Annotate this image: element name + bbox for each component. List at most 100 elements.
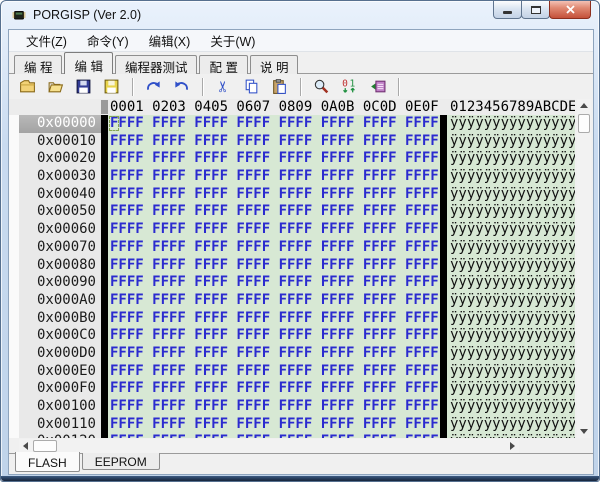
menu-about[interactable]: 关于(W) (202, 29, 263, 52)
row-ascii-values[interactable]: ÿÿÿÿÿÿÿÿÿÿÿÿÿÿÿÿ (447, 150, 575, 168)
row-hex-values[interactable]: FFFF FFFF FFFF FFFF FFFF FFFF FFFF FFFF (108, 257, 440, 275)
row-ascii-values[interactable]: ÿÿÿÿÿÿÿÿÿÿÿÿÿÿÿÿ (447, 380, 575, 398)
row-ascii-values[interactable]: ÿÿÿÿÿÿÿÿÿÿÿÿÿÿÿÿ (447, 133, 575, 151)
horizontal-scrollbar[interactable] (19, 439, 519, 453)
row-address[interactable]: 0x00090 (19, 274, 101, 292)
hex-row[interactable]: 0x000F0 FFFF FFFF FFFF FFFF FFFF FFFF FF… (9, 380, 575, 398)
hex-row[interactable]: 0x00010 FFFF FFFF FFFF FFFF FFFF FFFF FF… (9, 133, 575, 151)
paste-button[interactable] (269, 76, 290, 97)
hex-row[interactable]: 0x000A0 FFFF FFFF FFFF FFFF FFFF FFFF FF… (9, 292, 575, 310)
row-address[interactable]: 0x00070 (19, 239, 101, 257)
save-as-button[interactable] (101, 76, 122, 97)
tab-program[interactable]: 编 程 (14, 55, 62, 74)
scroll-down-icon[interactable] (580, 429, 588, 434)
row-hex-values[interactable]: FFFF FFFF FFFF FFFF FFFF FFFF FFFF FFFF (108, 203, 440, 221)
hex-row[interactable]: 0x000B0 FFFF FFFF FFFF FFFF FFFF FFFF FF… (9, 310, 575, 328)
hex-row[interactable]: 0x00090 FFFF FFFF FFFF FFFF FFFF FFFF FF… (9, 274, 575, 292)
tab-edit[interactable]: 编 辑 (64, 52, 112, 74)
binary-edit-button[interactable]: 01 (339, 76, 360, 97)
menu-command[interactable]: 命令(Y) (79, 29, 137, 52)
row-address[interactable]: 0x00040 (19, 186, 101, 204)
hex-row[interactable]: 0x000E0 FFFF FFFF FFFF FFFF FFFF FFFF FF… (9, 363, 575, 381)
row-ascii-values[interactable]: ÿÿÿÿÿÿÿÿÿÿÿÿÿÿÿÿ (447, 257, 575, 275)
vertical-scroll-thumb[interactable] (578, 114, 590, 133)
tab-eeprom[interactable]: EEPROM (82, 453, 160, 470)
row-ascii-values[interactable]: ÿÿÿÿÿÿÿÿÿÿÿÿÿÿÿÿ (447, 239, 575, 257)
row-address[interactable]: 0x00060 (19, 221, 101, 239)
vertical-scrollbar[interactable] (577, 99, 591, 438)
row-hex-values[interactable]: FFFF FFFF FFFF FFFF FFFF FFFF FFFF FFFF (108, 274, 440, 292)
hex-row[interactable]: 0x00050 FFFF FFFF FFFF FFFF FFFF FFFF FF… (9, 203, 575, 221)
close-button[interactable] (549, 1, 591, 19)
row-ascii-values[interactable]: ÿÿÿÿÿÿÿÿÿÿÿÿÿÿÿÿ (447, 327, 575, 345)
row-hex-values[interactable]: FFFF FFFF FFFF FFFF FFFF FFFF FFFF FFFF (108, 133, 440, 151)
row-hex-values[interactable]: FFFF FFFF FFFF FFFF FFFF FFFF FFFF FFFF (108, 115, 440, 133)
undo-button[interactable] (171, 76, 192, 97)
row-address[interactable]: 0x00110 (19, 416, 101, 434)
row-ascii-values[interactable]: ÿÿÿÿÿÿÿÿÿÿÿÿÿÿÿÿ (447, 274, 575, 292)
hex-row[interactable]: 0x00120 FFFF FFFF FFFF FFFF FFFF FFFF FF… (9, 433, 575, 438)
scroll-right-icon[interactable] (510, 442, 515, 450)
row-ascii-values[interactable]: ÿÿÿÿÿÿÿÿÿÿÿÿÿÿÿÿ (447, 398, 575, 416)
row-ascii-values[interactable]: ÿÿÿÿÿÿÿÿÿÿÿÿÿÿÿÿ (447, 310, 575, 328)
hex-row[interactable]: 0x00080 FFFF FFFF FFFF FFFF FFFF FFFF FF… (9, 257, 575, 275)
row-address[interactable]: 0x000D0 (19, 345, 101, 363)
redo-button[interactable] (143, 76, 164, 97)
hex-row[interactable]: 0x00000 FFFF FFFF FFFF FFFF FFFF FFFF FF… (9, 115, 575, 133)
menu-edit[interactable]: 编辑(X) (141, 29, 199, 52)
hex-row[interactable]: 0x00100 FFFF FFFF FFFF FFFF FFFF FFFF FF… (9, 398, 575, 416)
row-ascii-values[interactable]: ÿÿÿÿÿÿÿÿÿÿÿÿÿÿÿÿ (447, 433, 575, 438)
row-hex-values[interactable]: FFFF FFFF FFFF FFFF FFFF FFFF FFFF FFFF (108, 398, 440, 416)
search-button[interactable] (311, 76, 332, 97)
row-hex-values[interactable]: FFFF FFFF FFFF FFFF FFFF FFFF FFFF FFFF (108, 345, 440, 363)
tab-help[interactable]: 说 明 (250, 55, 298, 74)
row-ascii-values[interactable]: ÿÿÿÿÿÿÿÿÿÿÿÿÿÿÿÿ (447, 363, 575, 381)
horizontal-scroll-thumb[interactable] (33, 440, 57, 452)
row-hex-values[interactable]: FFFF FFFF FFFF FFFF FFFF FFFF FFFF FFFF (108, 363, 440, 381)
row-ascii-values[interactable]: ÿÿÿÿÿÿÿÿÿÿÿÿÿÿÿÿ (447, 115, 575, 133)
menu-file[interactable]: 文件(Z) (18, 29, 75, 52)
row-address[interactable]: 0x000A0 (19, 292, 101, 310)
cut-button[interactable]: ✂ (213, 76, 234, 97)
title-bar[interactable]: PORGISP (Ver 2.0) (1, 1, 599, 29)
row-address[interactable]: 0x000C0 (19, 327, 101, 345)
hex-row[interactable]: 0x00020 FFFF FFFF FFFF FFFF FFFF FFFF FF… (9, 150, 575, 168)
row-hex-values[interactable]: FFFF FFFF FFFF FFFF FFFF FFFF FFFF FFFF (108, 221, 440, 239)
row-hex-values[interactable]: FFFF FFFF FFFF FFFF FFFF FFFF FFFF FFFF (108, 150, 440, 168)
hex-row[interactable]: 0x00070 FFFF FFFF FFFF FFFF FFFF FFFF FF… (9, 239, 575, 257)
hex-row[interactable]: 0x00030 FFFF FFFF FFFF FFFF FFFF FFFF FF… (9, 168, 575, 186)
row-address[interactable]: 0x000B0 (19, 310, 101, 328)
row-ascii-values[interactable]: ÿÿÿÿÿÿÿÿÿÿÿÿÿÿÿÿ (447, 221, 575, 239)
row-ascii-values[interactable]: ÿÿÿÿÿÿÿÿÿÿÿÿÿÿÿÿ (447, 203, 575, 221)
hex-row[interactable]: 0x000D0 FFFF FFFF FFFF FFFF FFFF FFFF FF… (9, 345, 575, 363)
row-address[interactable]: 0x000F0 (19, 380, 101, 398)
tab-programmer-test[interactable]: 编程器测试 (115, 55, 198, 74)
row-address[interactable]: 0x00020 (19, 150, 101, 168)
row-hex-values[interactable]: FFFF FFFF FFFF FFFF FFFF FFFF FFFF FFFF (108, 292, 440, 310)
row-address[interactable]: 0x00010 (19, 133, 101, 151)
hex-row[interactable]: 0x00040 FFFF FFFF FFFF FFFF FFFF FFFF FF… (9, 186, 575, 204)
program-button[interactable] (367, 76, 388, 97)
hex-row[interactable]: 0x00110 FFFF FFFF FFFF FFFF FFFF FFFF FF… (9, 416, 575, 434)
row-hex-values[interactable]: FFFF FFFF FFFF FFFF FFFF FFFF FFFF FFFF (108, 239, 440, 257)
row-ascii-values[interactable]: ÿÿÿÿÿÿÿÿÿÿÿÿÿÿÿÿ (447, 168, 575, 186)
hex-row[interactable]: 0x00060 FFFF FFFF FFFF FFFF FFFF FFFF FF… (9, 221, 575, 239)
row-address[interactable]: 0x00120 (19, 433, 101, 438)
maximize-button[interactable] (521, 1, 550, 19)
row-hex-values[interactable]: FFFF FFFF FFFF FFFF FFFF FFFF FFFF FFFF (108, 433, 440, 438)
copy-button[interactable] (241, 76, 262, 97)
save-button[interactable] (73, 76, 94, 97)
row-hex-values[interactable]: FFFF FFFF FFFF FFFF FFFF FFFF FFFF FFFF (108, 310, 440, 328)
row-hex-values[interactable]: FFFF FFFF FFFF FFFF FFFF FFFF FFFF FFFF (108, 416, 440, 434)
row-address[interactable]: 0x000E0 (19, 363, 101, 381)
tab-flash[interactable]: FLASH (15, 452, 80, 472)
row-hex-values[interactable]: FFFF FFFF FFFF FFFF FFFF FFFF FFFF FFFF (108, 168, 440, 186)
row-address[interactable]: 0x00050 (19, 203, 101, 221)
row-address[interactable]: 0x00080 (19, 257, 101, 275)
minimize-button[interactable] (493, 1, 522, 19)
row-hex-values[interactable]: FFFF FFFF FFFF FFFF FFFF FFFF FFFF FFFF (108, 186, 440, 204)
scroll-up-icon[interactable] (580, 103, 588, 108)
scroll-left-icon[interactable] (23, 442, 28, 450)
row-hex-values[interactable]: FFFF FFFF FFFF FFFF FFFF FFFF FFFF FFFF (108, 380, 440, 398)
hex-row[interactable]: 0x000C0 FFFF FFFF FFFF FFFF FFFF FFFF FF… (9, 327, 575, 345)
